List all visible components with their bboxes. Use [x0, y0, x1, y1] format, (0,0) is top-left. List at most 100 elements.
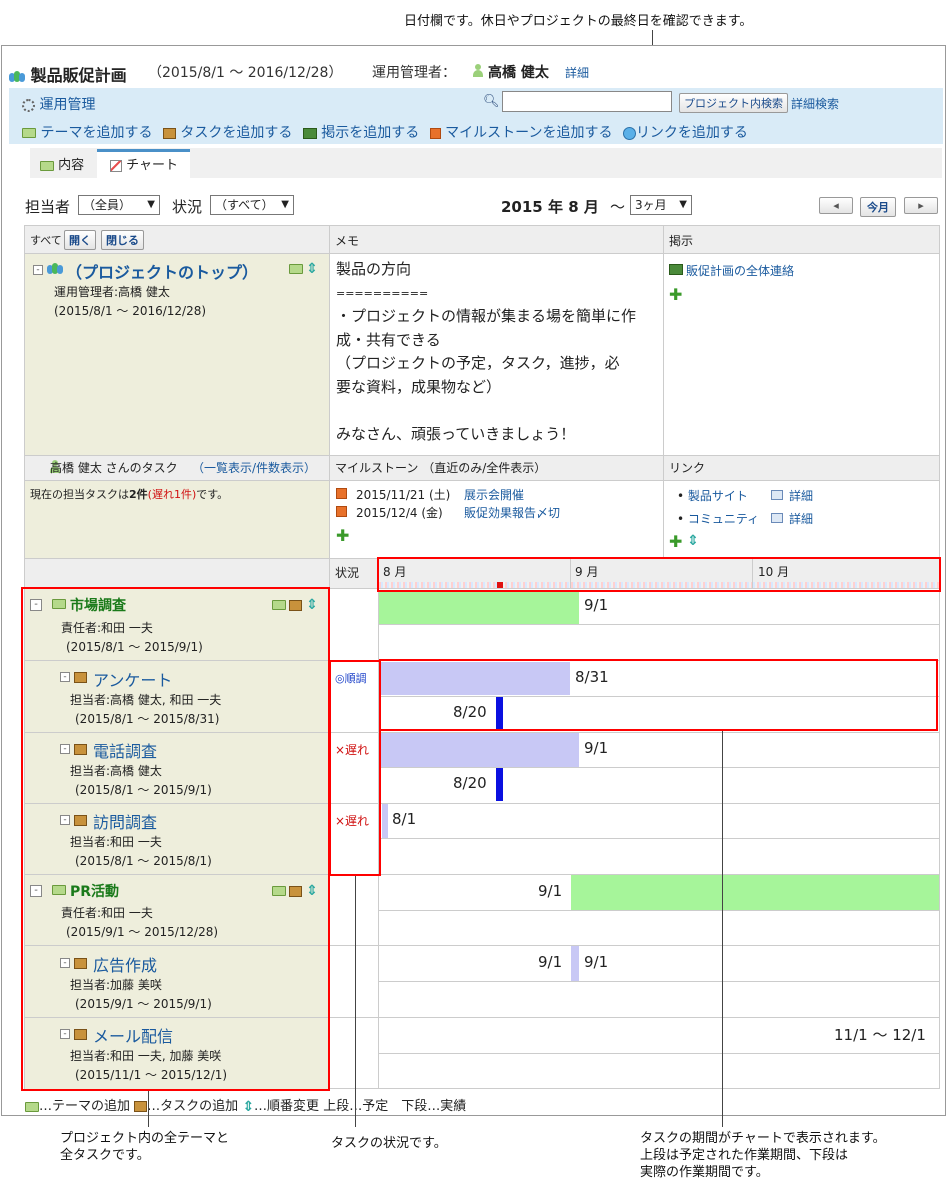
add-task-button[interactable]: タスクを追加する — [162, 125, 293, 141]
legend-theme: …テーマの追加 — [39, 1099, 131, 1114]
tab-chart-label: チャート — [126, 158, 179, 173]
admin-label: 運用管理 — [39, 97, 96, 113]
person-icon — [472, 64, 484, 77]
manager-label: 運用管理者： — [372, 65, 456, 81]
top-period: (2015/8/1 ～ 2016/12/28) — [54, 304, 207, 318]
assignee-select[interactable]: （全員） ▼ — [78, 195, 160, 215]
project-group-icon — [47, 263, 63, 275]
all-label: すべて — [30, 234, 62, 247]
plan-start-label: 9/1 — [538, 953, 563, 971]
add-board-icon[interactable]: ✚ — [669, 287, 682, 303]
status-select[interactable]: （すべて） ▼ — [210, 195, 294, 215]
mytask-summary: 現在の担当タスクは2件(遅れ1件)です。 — [30, 486, 228, 502]
collapse-all-button[interactable]: 閉じる — [101, 230, 144, 250]
memo-line: ・プロジェクトの情報が集まる場を簡単に作 — [336, 307, 637, 325]
link-detail[interactable]: 詳細 — [789, 510, 813, 527]
plan-end-label: 9/1 — [584, 953, 609, 971]
search-icon: 🔍︎ — [483, 94, 500, 109]
memo-line: みなさん、頑張っていきましょう！ — [336, 424, 576, 443]
admin-link[interactable]: 運用管理 — [22, 94, 95, 114]
memo-line: 要な資料，成果物など） — [336, 377, 502, 396]
annotation-status: タスクの状況です。 — [331, 1136, 447, 1151]
mytask-view-links[interactable]: （一覧表示/件数表示） — [192, 459, 316, 476]
milestone-link[interactable]: 販促効果報告〆切 — [464, 504, 560, 521]
assignee-label: 担当者 — [25, 198, 71, 216]
chart-icon — [110, 159, 122, 172]
add-link-label: リンクを追加する — [635, 125, 748, 141]
add-link-icon[interactable]: ✚ — [669, 534, 682, 550]
search-input[interactable] — [502, 91, 672, 112]
reorder-icon: ⇕ — [242, 1098, 255, 1115]
link-name[interactable]: コミュニティ — [688, 512, 759, 526]
tab-content-label: 内容 — [58, 158, 85, 173]
annotation-line — [355, 876, 356, 1127]
milestone-flag-icon — [336, 506, 347, 517]
plan-end-label: 8/1 — [392, 810, 417, 828]
range-select[interactable]: 3ヶ月 ▼ — [630, 195, 692, 215]
range-value: 3ヶ月 — [635, 198, 667, 212]
prev-month-button[interactable]: ◂ — [819, 197, 853, 214]
memo-line: 製品の方向 — [336, 260, 412, 278]
add-milestone-button[interactable]: マイルストーンを追加する — [429, 125, 612, 141]
manager-name[interactable]: 高橋 健太 — [488, 62, 549, 82]
advanced-search-link[interactable]: 詳細検索 — [791, 95, 839, 112]
project-detail-link[interactable]: 詳細 — [565, 64, 589, 81]
add-task-label: タスクを追加する — [180, 125, 293, 141]
memo-line: 成・共有できる — [336, 330, 441, 349]
link-name[interactable]: 製品サイト — [688, 489, 748, 503]
this-month-button[interactable]: 今月 — [860, 197, 896, 217]
plan-bar — [571, 946, 579, 981]
actual-end-label: 8/20 — [453, 774, 487, 792]
add-link-button[interactable]: リンクを追加する — [622, 125, 748, 141]
range-tilde: ～ — [610, 198, 626, 216]
milestone-date: 2015/11/21 (土) — [356, 488, 451, 502]
tab-content[interactable]: 内容 — [40, 154, 84, 173]
add-milestone-icon[interactable]: ✚ — [336, 528, 349, 544]
mytask-text: 現在の担当タスクは — [30, 488, 129, 501]
top-manager: 運用管理者:高橋 健太 — [54, 285, 170, 299]
plan-range-label: 11/1 ～ 12/1 — [834, 1026, 926, 1044]
link-detail[interactable]: 詳細 — [789, 487, 813, 504]
tab-chart-inner: チャート — [110, 154, 178, 173]
highlight-task-list — [21, 587, 330, 1091]
reorder-icon[interactable]: ⇕ — [687, 534, 699, 548]
add-theme-button[interactable]: テーマを追加する — [22, 125, 152, 141]
annotation-date-column: 日付欄です。休日やプロジェクトの最終日を確認できます。 — [404, 14, 753, 29]
legend-task: …タスクの追加 — [147, 1099, 239, 1114]
add-board-button[interactable]: 掲示を追加する — [302, 125, 420, 141]
board-item-link[interactable]: 販促計画の全体連絡 — [686, 262, 794, 279]
memo-header: メモ — [335, 234, 360, 248]
folder-icon — [22, 128, 36, 138]
status-value: （すべて） — [215, 198, 274, 212]
highlight-period — [379, 659, 938, 731]
status-label: 状況 — [172, 198, 203, 216]
mytask-count: 2件 — [129, 488, 148, 501]
project-title: 製品販促計画 — [30, 66, 127, 85]
annotation-line — [722, 731, 723, 1127]
expand-all-button[interactable]: 開く — [64, 230, 96, 250]
window-icon — [771, 490, 783, 500]
legend: …テーマの追加 …タスクの追加 ⇕…順番変更 上段…予定 下段…実績 — [25, 1095, 466, 1114]
date-title: 2015 年 8 月 — [501, 198, 599, 216]
plan-start-label: 9/1 — [538, 882, 563, 900]
project-period: （2015/8/1 ～ 2016/12/28） — [148, 65, 343, 81]
memo-line — [336, 399, 658, 423]
add-board-label: 掲示を追加する — [321, 125, 420, 141]
link-header: リンク — [669, 461, 706, 475]
plan-bar — [571, 875, 939, 910]
milestone-header[interactable]: マイルストーン （直近のみ/全件表示） — [335, 459, 546, 476]
milestone-link[interactable]: 展示会開催 — [464, 486, 524, 503]
add-theme-icon[interactable] — [289, 264, 303, 274]
next-month-button[interactable]: ▸ — [904, 197, 938, 214]
add-theme-label: テーマを追加する — [40, 125, 153, 141]
milestone-flag-icon — [429, 127, 441, 139]
project-header: 製品販促計画 — [9, 62, 127, 86]
search-button[interactable]: プロジェクト内検索 — [679, 93, 788, 113]
mytask-late: (遅れ1件) — [147, 488, 197, 501]
reorder-icon[interactable]: ⇕ — [306, 262, 318, 276]
collapse-toggle[interactable]: - — [33, 265, 43, 275]
folder-icon — [25, 1101, 39, 1112]
project-group-icon — [9, 70, 25, 83]
plan-end-label: 9/1 — [584, 596, 609, 614]
project-top-link[interactable]: （プロジェクトのトップ） — [66, 259, 258, 283]
